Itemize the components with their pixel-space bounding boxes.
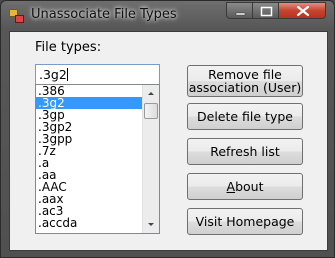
refresh-list-button[interactable]: Refresh list [187,138,303,165]
delete-file-type-button[interactable]: Delete file type [187,103,303,130]
visit-homepage-label: Visit Homepage [195,214,295,229]
file-type-input-value: .3g2 [39,67,67,82]
scroll-up-button[interactable] [143,85,159,102]
maximize-button[interactable] [252,2,279,19]
file-type-list-items: .386.3g2.3gp .3gp2.3gpp .7z .a .aa .AAC .aax .a… [36,85,142,229]
visit-homepage-button[interactable]: Visit Homepage [187,208,303,235]
delete-file-type-label: Delete file type [197,109,293,124]
list-item[interactable]: .accda [36,217,142,229]
file-type-input[interactable]: .3g2 [35,64,160,85]
remove-association-button[interactable]: Remove file association (User) [187,65,303,97]
maximize-icon [260,6,273,17]
file-type-list[interactable]: .386.3g2.3gp .3gp2.3gpp .7z .a .aa .AAC .aax .a… [35,84,160,234]
list-item[interactable]: .7z [36,145,142,157]
minimize-icon [235,12,246,16]
chevron-up-icon [148,92,154,95]
close-icon [296,5,310,17]
file-types-label: File types: [35,40,102,55]
remove-association-label-line2: association (User) [188,80,302,95]
minimize-button[interactable] [226,2,253,19]
scroll-thumb[interactable] [144,103,158,119]
close-button[interactable] [278,2,326,19]
dialog-client-area: File types: .3g2 .386.3g2.3gp .3gp2.3gpp.… [9,31,328,251]
about-button[interactable]: About [187,173,303,200]
about-label: About [226,179,264,194]
refresh-list-label: Refresh list [210,144,280,159]
list-scrollbar[interactable] [142,85,159,233]
app-icon[interactable] [9,9,24,23]
text-caret [66,68,68,81]
app-window: Unassociate File Types File types: .3g2 … [0,0,335,258]
chevron-down-icon [148,223,154,226]
title-bar[interactable]: Unassociate File Types [1,1,334,31]
window-title: Unassociate File Types [31,7,177,22]
scroll-down-button[interactable] [143,216,159,233]
